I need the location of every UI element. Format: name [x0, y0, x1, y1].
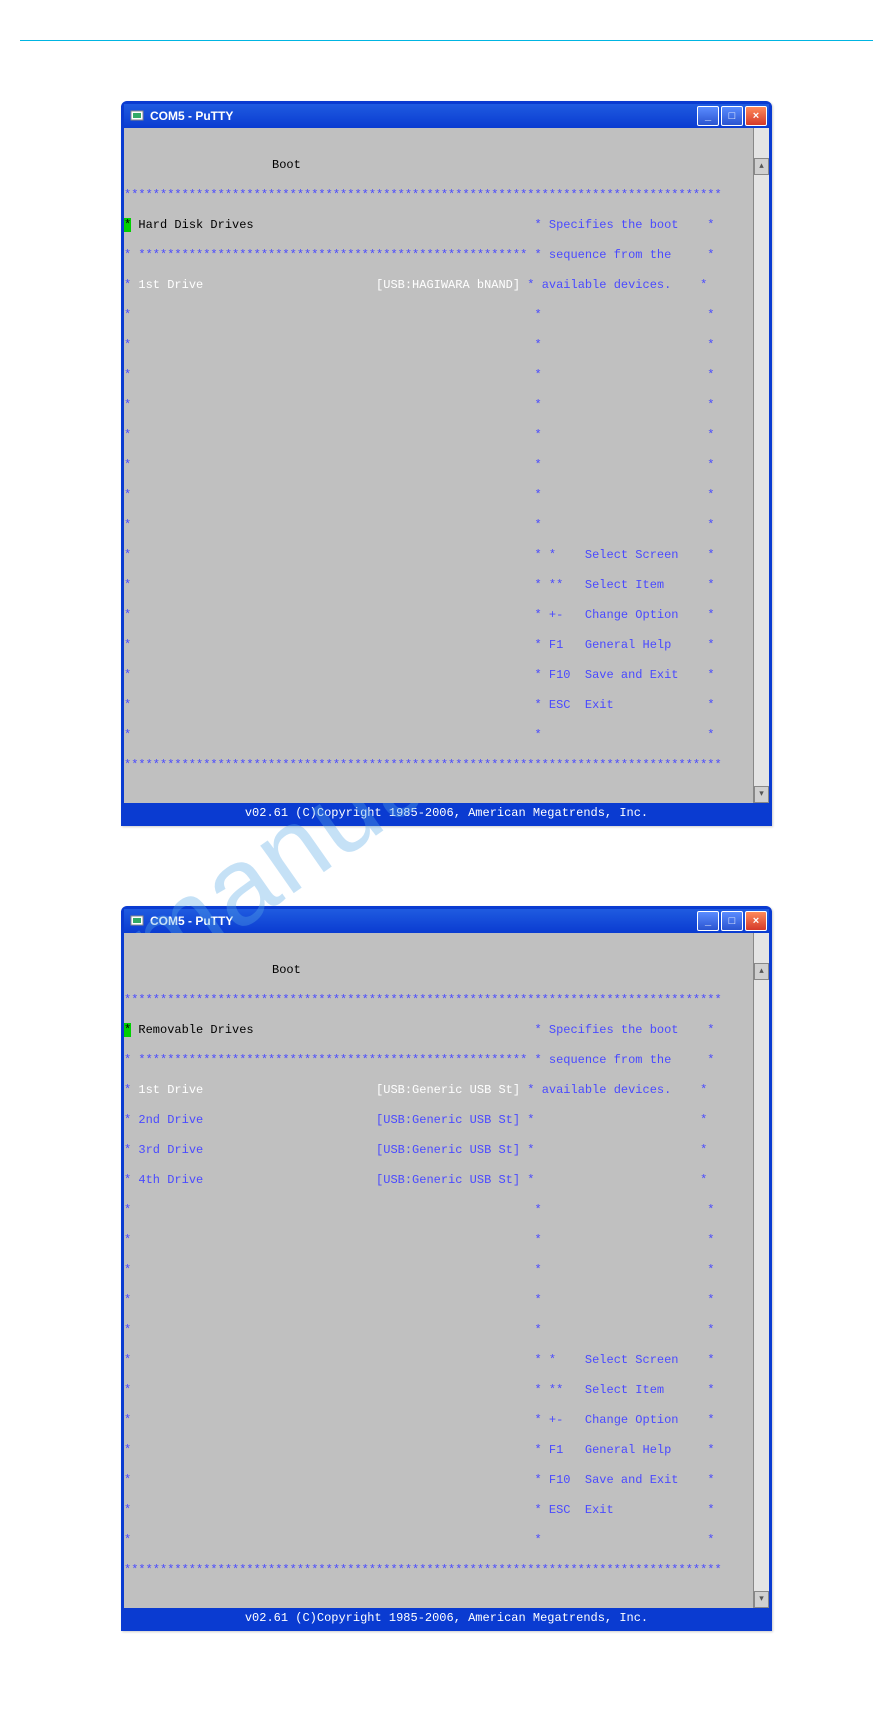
bios-footer: v02.61 (C)Copyright 1985-2006, American …: [124, 803, 769, 823]
titlebar[interactable]: COM5 - PuTTY _ □ ×: [124, 909, 769, 933]
scrollbar[interactable]: ▴ ▾: [753, 933, 769, 1608]
maximize-button[interactable]: □: [721, 106, 743, 126]
bios-tab-boot: Boot: [268, 158, 305, 172]
legend-item: General Help: [585, 1443, 671, 1457]
bios-tab-boot: Boot: [268, 963, 305, 977]
drive-row-selected[interactable]: 1st Drive [USB:HAGIWARA bNAND]: [138, 278, 520, 292]
help-line: available devices.: [542, 1083, 672, 1097]
legend-item: Save and Exit: [585, 1473, 679, 1487]
drive-row[interactable]: 3rd Drive [USB:Generic USB St]: [138, 1143, 520, 1157]
section-heading: Hard Disk Drives: [138, 218, 253, 232]
minimize-button[interactable]: _: [697, 911, 719, 931]
legend-item: General Help: [585, 638, 671, 652]
legend-item: Exit: [585, 698, 614, 712]
help-line: sequence from the: [549, 248, 671, 262]
putty-icon: [130, 109, 144, 123]
legend-item: Select Screen: [585, 1353, 679, 1367]
scroll-down-icon[interactable]: ▾: [754, 1591, 769, 1608]
legend-item: Save and Exit: [585, 668, 679, 682]
minimize-button[interactable]: _: [697, 106, 719, 126]
close-button[interactable]: ×: [745, 106, 767, 126]
legend-item: Change Option: [585, 608, 679, 622]
help-line: available devices.: [542, 278, 672, 292]
putty-window-1: COM5 - PuTTY _ □ × ▴ ▾ Boot ************…: [121, 101, 772, 826]
drive-row[interactable]: 2nd Drive [USB:Generic USB St]: [138, 1113, 520, 1127]
scroll-up-icon[interactable]: ▴: [754, 158, 769, 175]
titlebar[interactable]: COM5 - PuTTY _ □ ×: [124, 104, 769, 128]
legend-item: Exit: [585, 1503, 614, 1517]
help-line: sequence from the: [549, 1053, 671, 1067]
section-heading: Removable Drives: [138, 1023, 253, 1037]
scrollbar[interactable]: ▴ ▾: [753, 128, 769, 803]
scroll-down-icon[interactable]: ▾: [754, 786, 769, 803]
window-title: COM5 - PuTTY: [150, 109, 233, 123]
bios-footer: v02.61 (C)Copyright 1985-2006, American …: [124, 1608, 769, 1628]
terminal-area[interactable]: ▴ ▾ Boot *******************************…: [124, 933, 769, 1608]
close-button[interactable]: ×: [745, 911, 767, 931]
page-top-rule: [20, 40, 873, 41]
help-line: Specifies the boot: [549, 1023, 679, 1037]
terminal-area[interactable]: ▴ ▾ Boot *******************************…: [124, 128, 769, 803]
legend-item: Change Option: [585, 1413, 679, 1427]
legend-item: Select Item: [585, 578, 664, 592]
putty-icon: [130, 914, 144, 928]
legend-item: Select Screen: [585, 548, 679, 562]
drive-row[interactable]: 4th Drive [USB:Generic USB St]: [138, 1173, 520, 1187]
putty-window-2: COM5 - PuTTY _ □ × ▴ ▾ Boot ************…: [121, 906, 772, 1631]
scroll-up-icon[interactable]: ▴: [754, 963, 769, 980]
window-title: COM5 - PuTTY: [150, 914, 233, 928]
drive-row-selected[interactable]: 1st Drive [USB:Generic USB St]: [138, 1083, 520, 1097]
maximize-button[interactable]: □: [721, 911, 743, 931]
legend-item: Select Item: [585, 1383, 664, 1397]
help-line: Specifies the boot: [549, 218, 679, 232]
